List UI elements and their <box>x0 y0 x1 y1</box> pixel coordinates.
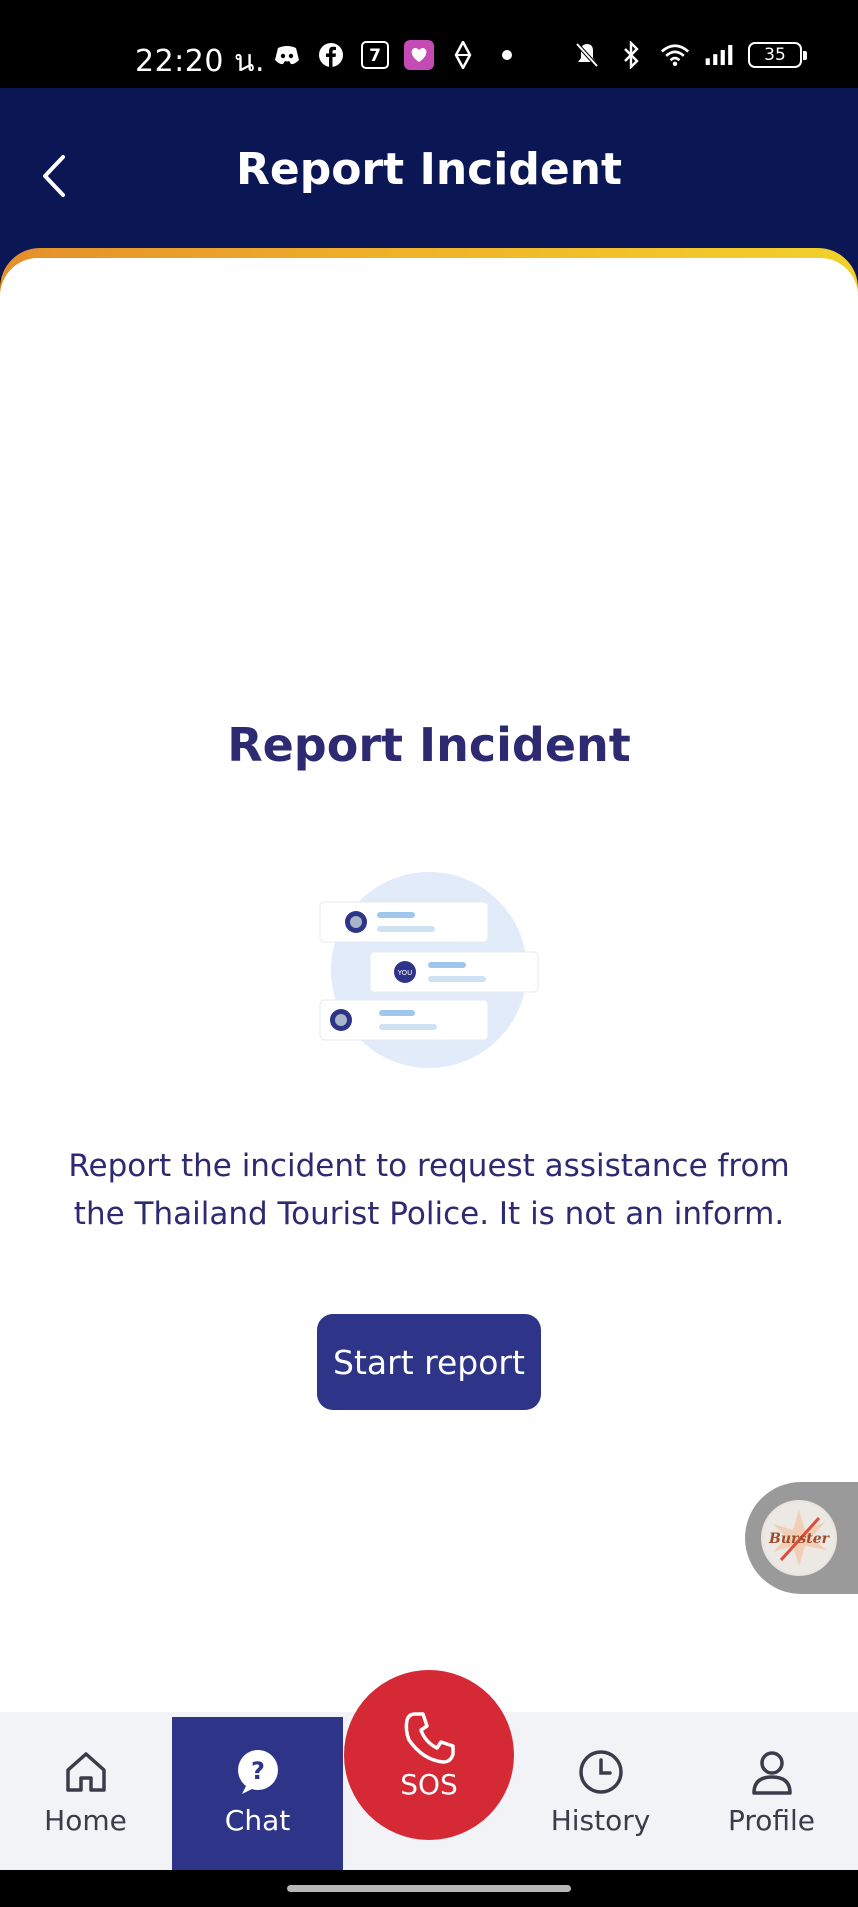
nav-item-profile[interactable]: Profile <box>686 1712 857 1870</box>
battery-level: 35 <box>764 45 786 65</box>
seven-eleven-icon: 7 <box>360 40 390 70</box>
bluetooth-icon <box>616 40 646 70</box>
start-report-button[interactable]: Start report <box>317 1314 541 1410</box>
signal-icon <box>704 40 734 70</box>
facebook-icon <box>316 40 346 70</box>
floating-widget-label: Burster <box>768 1531 831 1547</box>
home-icon <box>65 1752 106 1792</box>
sos-button[interactable]: SOS <box>344 1670 514 1840</box>
diamond-icon <box>448 40 478 70</box>
you-label: YOU <box>397 969 413 977</box>
nav-label-history: History <box>550 1804 651 1837</box>
gesture-area <box>0 1870 858 1907</box>
user-icon <box>751 1751 792 1795</box>
nav-label-chat: Chat <box>224 1804 291 1837</box>
nav-label-home: Home <box>44 1804 127 1837</box>
dot-icon <box>492 40 522 70</box>
description-text: Report the incident to request assistanc… <box>68 1148 790 1232</box>
nav-item-history[interactable]: History <box>515 1712 686 1870</box>
floating-widget[interactable]: Burster <box>745 1482 858 1594</box>
svg-text:7: 7 <box>369 46 381 66</box>
clock-icon <box>578 1750 623 1794</box>
battery-icon: 35 <box>748 42 807 68</box>
burster-app-icon: Burster <box>761 1500 837 1576</box>
sos-label: SOS <box>400 1767 458 1801</box>
chat-bubbles-illustration: YOU <box>318 868 542 1078</box>
system-icons: 35 <box>572 40 807 70</box>
nav-label-profile: Profile <box>727 1804 816 1837</box>
main-content: Report Incident YOU Report the incident … <box>0 258 858 1712</box>
phone-icon <box>404 1711 455 1764</box>
lazada-icon <box>404 40 434 70</box>
svg-text:?: ? <box>251 1757 265 1785</box>
mute-icon <box>572 40 602 70</box>
notification-icons: 7 <box>272 40 522 70</box>
discord-icon <box>272 40 302 70</box>
nav-item-home[interactable]: Home <box>0 1712 171 1870</box>
wifi-icon <box>660 40 690 70</box>
question-circle-icon: ? <box>237 1750 278 1794</box>
status-bar: 22:20 น. 7 35 <box>0 0 858 88</box>
page-title: Report Incident <box>227 718 631 772</box>
header-title: Report Incident <box>235 144 623 195</box>
gesture-bar[interactable] <box>287 1885 571 1892</box>
nav-item-chat[interactable]: ? Chat <box>172 1717 343 1870</box>
status-time: 22:20 น. <box>135 44 266 79</box>
